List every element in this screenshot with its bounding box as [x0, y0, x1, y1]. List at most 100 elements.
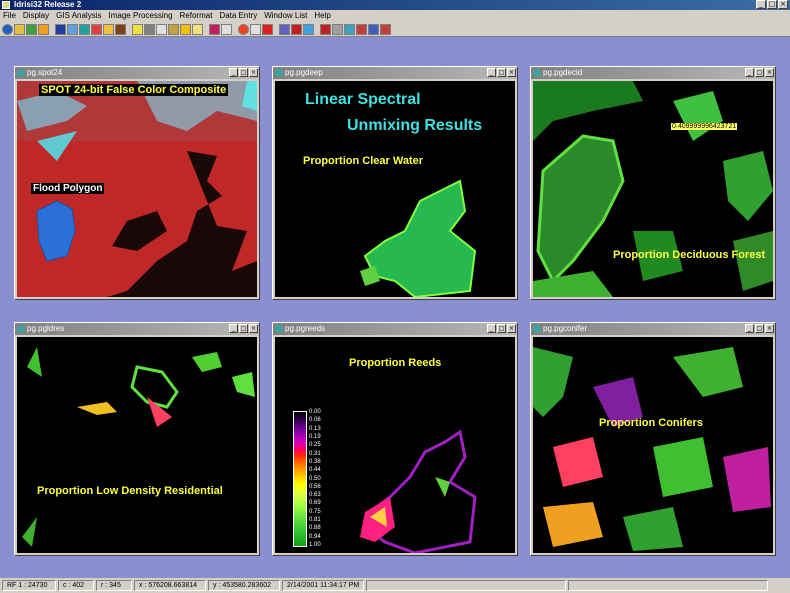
- legend-tick: 0.88: [309, 525, 321, 532]
- measure-icon[interactable]: [250, 23, 261, 35]
- image-canvas[interactable]: 0.409999996423721 Proportion Deciduous F…: [533, 81, 773, 297]
- overlay-icon[interactable]: [168, 23, 179, 35]
- maximize-button[interactable]: □: [767, 0, 777, 9]
- window-icon[interactable]: [180, 23, 191, 35]
- image-label: Proportion Clear Water: [303, 155, 423, 167]
- window-pgldres[interactable]: pg.pgldres _ □ × Proportion Low Density …: [14, 322, 260, 556]
- proportion-image: [533, 337, 773, 553]
- menu-gis-analysis[interactable]: GIS Analysis: [53, 10, 105, 22]
- minimize-button[interactable]: _: [745, 324, 754, 333]
- window-title-bar[interactable]: pg.pgdecid _ □ ×: [531, 67, 775, 79]
- layer-icon[interactable]: [26, 23, 37, 35]
- menu-help[interactable]: Help: [311, 10, 334, 22]
- menu-file[interactable]: File: [0, 10, 20, 22]
- minimize-button[interactable]: _: [756, 0, 766, 9]
- menu-display[interactable]: Display: [20, 10, 53, 22]
- legend-tick: 1.00: [309, 542, 321, 548]
- window-title-bar[interactable]: pg.spot24 _ □ ×: [15, 67, 259, 79]
- maximize-button[interactable]: □: [497, 324, 506, 333]
- composer-icon[interactable]: [38, 23, 49, 35]
- window-icon: [533, 69, 541, 77]
- color-legend-labels: 0.00 0.06 0.13 0.19 0.25 0.31 0.38 0.44 …: [309, 409, 333, 549]
- close-button[interactable]: ×: [507, 68, 516, 77]
- minimize-button[interactable]: _: [229, 68, 238, 77]
- window-title-bar[interactable]: pg.pgdeep _ □ ×: [273, 67, 517, 79]
- window-icon: [17, 69, 25, 77]
- maximize-button[interactable]: □: [239, 324, 248, 333]
- mdi-workspace: pg.spot24 _ □ × SPOT 24-bit False Color …: [0, 38, 790, 578]
- table-icon[interactable]: [156, 23, 167, 35]
- window-pgconifer[interactable]: pg.pgconifer _ □ × Proportion Conifers: [530, 322, 776, 556]
- close-button[interactable]: ×: [765, 68, 774, 77]
- image-canvas[interactable]: Linear Spectral Unmixing Results Proport…: [275, 81, 515, 297]
- menu-reformat[interactable]: Reformat: [177, 10, 217, 22]
- close-button[interactable]: ×: [778, 0, 788, 9]
- legend-tick: 0.06: [309, 417, 321, 424]
- image-canvas[interactable]: Proportion Low Density Residential: [17, 337, 257, 553]
- legend-tick: 0.00: [309, 409, 321, 415]
- chart-icon[interactable]: [291, 23, 302, 35]
- image-canvas[interactable]: Proportion Reeds 0.00 0.06 0.13 0.19 0.2…: [275, 337, 515, 553]
- window-title-bar[interactable]: pg.pgconifer _ □ ×: [531, 323, 775, 335]
- close-button[interactable]: ×: [765, 324, 774, 333]
- undo-icon[interactable]: [262, 23, 273, 35]
- zoom-icon[interactable]: [132, 23, 143, 35]
- maximize-button[interactable]: □: [239, 68, 248, 77]
- legend-tick: 0.19: [309, 433, 321, 440]
- arrows-icon[interactable]: [103, 23, 114, 35]
- spreadsheet-icon[interactable]: [332, 23, 343, 35]
- maximize-button[interactable]: □: [497, 68, 506, 77]
- target-icon[interactable]: [238, 23, 249, 35]
- window-spot24[interactable]: pg.spot24 _ □ × SPOT 24-bit False Color …: [14, 66, 260, 300]
- window-title: pg.pgconifer: [543, 324, 588, 333]
- window-pgreeds[interactable]: pg.pgreeds _ □ × Proportion Reeds 0.00 0…: [272, 322, 518, 556]
- display-icon[interactable]: [55, 23, 66, 35]
- list-icon[interactable]: [368, 23, 379, 35]
- stop-icon[interactable]: [320, 23, 331, 35]
- app-title: Idrisi32 Release 2: [14, 0, 82, 9]
- minimize-button[interactable]: _: [745, 68, 754, 77]
- globe-icon[interactable]: [2, 23, 13, 35]
- vector-icon[interactable]: [79, 23, 90, 35]
- open-folder-icon[interactable]: [14, 23, 25, 35]
- maximize-button[interactable]: □: [755, 68, 764, 77]
- menu-window-list[interactable]: Window List: [261, 10, 311, 22]
- image-label: Linear Spectral: [305, 91, 421, 108]
- image-label: Flood Polygon: [31, 183, 105, 194]
- window-icon: [17, 325, 25, 333]
- grid-icon[interactable]: [144, 23, 155, 35]
- window-pgdecid[interactable]: pg.pgdecid _ □ × 0.409999996423721 Propo…: [530, 66, 776, 300]
- minimize-button[interactable]: _: [487, 68, 496, 77]
- database-icon[interactable]: [344, 23, 355, 35]
- window-icon: [533, 325, 541, 333]
- wave-icon[interactable]: [303, 23, 314, 35]
- query-icon[interactable]: [115, 23, 126, 35]
- histogram-icon[interactable]: [279, 23, 290, 35]
- link-icon[interactable]: [356, 23, 367, 35]
- status-bar: RF 1 : 24730 c : 402 r : 345 x : 576208.…: [0, 578, 790, 593]
- palette-icon[interactable]: [67, 23, 78, 35]
- window-title-bar[interactable]: pg.pgldres _ □ ×: [15, 323, 259, 335]
- line-icon[interactable]: [91, 23, 102, 35]
- close-button[interactable]: ×: [249, 68, 258, 77]
- status-row: r : 345: [96, 580, 132, 591]
- help-cursor-icon[interactable]: [221, 23, 232, 35]
- image-canvas[interactable]: Proportion Conifers: [533, 337, 773, 553]
- window-pgdeep[interactable]: pg.pgdeep _ □ × Linear Spectral Unmixing…: [272, 66, 518, 300]
- sign-icon[interactable]: [380, 23, 391, 35]
- legend-tick: 0.81: [309, 517, 321, 524]
- menu-image-processing[interactable]: Image Processing: [105, 10, 176, 22]
- window-title-bar[interactable]: pg.pgreeds _ □ ×: [273, 323, 517, 335]
- minimize-button[interactable]: _: [229, 324, 238, 333]
- tile-icon[interactable]: [192, 23, 203, 35]
- maximize-button[interactable]: □: [755, 324, 764, 333]
- close-button[interactable]: ×: [249, 324, 258, 333]
- window-title: pg.pgdecid: [543, 68, 583, 77]
- close-button[interactable]: ×: [507, 324, 516, 333]
- minimize-button[interactable]: _: [487, 324, 496, 333]
- legend-tick: 0.31: [309, 450, 321, 457]
- menu-data-entry[interactable]: Data Entry: [216, 10, 261, 22]
- window-title: pg.pgdeep: [285, 68, 323, 77]
- digitize-icon[interactable]: [209, 23, 220, 35]
- image-canvas[interactable]: SPOT 24-bit False Color Composite Flood …: [17, 81, 257, 297]
